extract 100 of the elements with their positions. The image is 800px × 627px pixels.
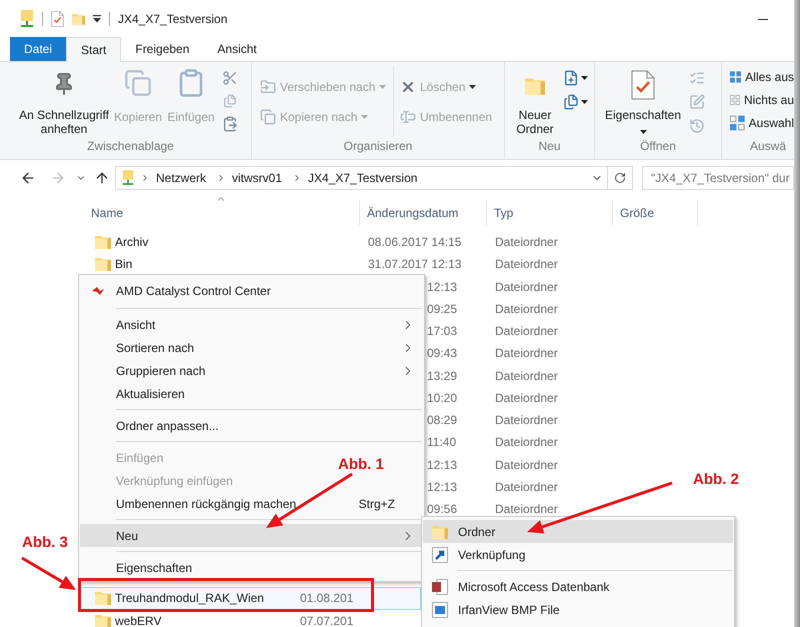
network-folder-icon — [122, 170, 134, 186]
menu-item[interactable]: Gruppieren nach — [116, 362, 206, 380]
easy-access-button[interactable] — [563, 94, 588, 110]
menu-item[interactable]: Ordner anpassen... — [116, 416, 219, 434]
annotation-arrow — [21, 556, 76, 590]
folder-icon — [95, 257, 111, 272]
file-name: webERV — [115, 612, 162, 627]
select-all-button[interactable]: Alles aus — [730, 68, 794, 86]
breadcrumb-item[interactable]: JX4_X7_Testversion — [308, 169, 418, 187]
file-row[interactable]: Bin 31.07.2017 12:13 Dateiordner — [80, 253, 698, 276]
file-type: Dateiordner — [495, 434, 558, 452]
menu-item[interactable]: Umbenennen rückgängig machen — [116, 494, 296, 512]
annotation-label: Abb. 3 — [22, 533, 68, 553]
menu-item[interactable]: IrfanView BMP File — [423, 598, 733, 621]
window-title: JX4_X7_Testversion — [118, 11, 228, 28]
modified-date: 13:29 — [427, 368, 458, 385]
new-item-button[interactable] — [563, 70, 588, 86]
file-name: Treuhandmodul_RAK_Wien — [115, 590, 264, 608]
folder-icon — [95, 614, 111, 627]
modified-date: 12:13 — [427, 278, 458, 296]
select-none-button[interactable]: Nichts au — [730, 91, 794, 109]
grid-icon — [730, 115, 745, 131]
file-type: Dateiordner — [495, 412, 558, 430]
up-icon[interactable] — [94, 170, 110, 186]
grid-icon — [730, 69, 742, 85]
annotation-label: Abb. 1 — [338, 455, 384, 475]
ribbon-group-label: Organisieren — [342, 138, 414, 155]
breadcrumb-item[interactable]: vitwsrv01 — [232, 169, 282, 187]
new-folder-button[interactable]: Neuer Ordner — [511, 66, 559, 137]
pin-button[interactable]: An Schnellzugriff anheften — [16, 66, 112, 137]
caret-icon — [640, 130, 646, 134]
ribbon-group-label: Öffnen — [639, 138, 677, 155]
image-file-icon — [432, 602, 448, 618]
scissors-icon[interactable] — [222, 70, 238, 86]
document-check-icon — [51, 11, 64, 27]
file-type: Dateiordner — [495, 300, 558, 318]
ribbon-tab[interactable]: Start — [66, 37, 122, 62]
column-header[interactable]: Änderungsdatum — [367, 204, 458, 222]
ribbon-group-label: Neu — [537, 138, 562, 155]
rename-icon — [400, 109, 416, 125]
column-header[interactable]: Größe — [620, 204, 654, 222]
ribbon-tab[interactable]: Ansicht — [203, 37, 271, 61]
new-item-icon — [563, 70, 579, 86]
modified-date: 08:29 — [427, 412, 458, 430]
modified-date: 17:03 — [427, 323, 458, 340]
modified-date: 11:40 — [427, 434, 456, 452]
modified-date: 12:13 — [427, 456, 458, 474]
modified-date: 09:43 — [427, 345, 458, 362]
search-field[interactable]: "JX4_X7_Testversion" dur — [642, 166, 794, 190]
file-type: Dateiordner — [495, 323, 558, 340]
ribbon-group-label: Auswä — [750, 138, 786, 155]
modified-date: 31.07.2017 12:13 — [368, 256, 462, 274]
annotation-label: Abb. 2 — [693, 470, 739, 490]
column-header[interactable]: Typ — [494, 204, 514, 222]
menu-item[interactable]: Neu — [80, 524, 423, 547]
menu-item[interactable]: Sortieren nach — [116, 338, 194, 356]
modified-date: 09:25 — [427, 300, 458, 318]
caret-icon — [379, 85, 386, 89]
file-type: Dateiordner — [495, 390, 558, 407]
menu-item[interactable]: Microsoft Access Datenbank — [423, 575, 733, 598]
file-name: Bin — [115, 256, 132, 274]
menu-item[interactable]: Aktualisieren — [116, 384, 185, 402]
refresh-button[interactable] — [608, 166, 633, 190]
file-row[interactable]: Archiv 08.06.2017 14:15 Dateiordner — [80, 231, 698, 254]
network-folder-icon — [20, 10, 34, 28]
properties-button[interactable]: Eigenschaften — [601, 66, 685, 137]
modified-date: 08.06.2017 14:15 — [368, 234, 462, 252]
caret-icon — [581, 76, 588, 80]
menu-item[interactable]: Verknüpfung — [423, 543, 733, 566]
document-check-icon — [631, 70, 655, 100]
menu-item[interactable]: AMD Catalyst Control Center — [116, 282, 271, 300]
folder-icon — [432, 524, 448, 538]
grid-icon — [730, 92, 740, 108]
shortcut-icon — [432, 546, 448, 562]
customize-toolbar-icon[interactable] — [93, 15, 101, 23]
column-header[interactable]: Name — [91, 204, 124, 222]
menu-item[interactable]: Eigenschaften — [116, 558, 192, 576]
back-icon[interactable] — [20, 170, 36, 186]
caret-icon — [361, 115, 368, 119]
ribbon-tab[interactable]: Freigeben — [121, 37, 204, 61]
file-type: Dateiordner — [495, 456, 558, 474]
minimize-icon[interactable] — [758, 18, 768, 20]
file-type: Dateiordner — [495, 234, 558, 252]
file-row[interactable]: Treuhandmodul_RAK_Wien 01.08.201 — [80, 587, 421, 610]
invert-selection-button[interactable]: Auswahl — [730, 114, 794, 132]
caret-icon — [469, 85, 476, 89]
menu-item[interactable]: Ordner — [423, 520, 733, 543]
file-row[interactable]: webERV 07.07.201 — [80, 610, 421, 627]
copy-icon — [260, 109, 276, 125]
paste-shortcut-icon[interactable] — [222, 116, 238, 132]
ribbon-tab[interactable]: Datei — [10, 37, 66, 61]
address-field[interactable]: Netzwerk vitwsrv01 JX4_X7_Testversion — [115, 166, 608, 190]
menu-item[interactable]: Ansicht — [116, 316, 156, 334]
file-type: Dateiordner — [495, 368, 558, 385]
delete-icon — [400, 79, 416, 95]
modified-date: 01.08.201 — [300, 590, 354, 608]
file-type: Dateiordner — [495, 478, 558, 496]
file-type: Dateiordner — [495, 501, 558, 518]
breadcrumb-item[interactable]: Netzwerk — [156, 169, 206, 187]
folder-icon — [95, 235, 111, 250]
